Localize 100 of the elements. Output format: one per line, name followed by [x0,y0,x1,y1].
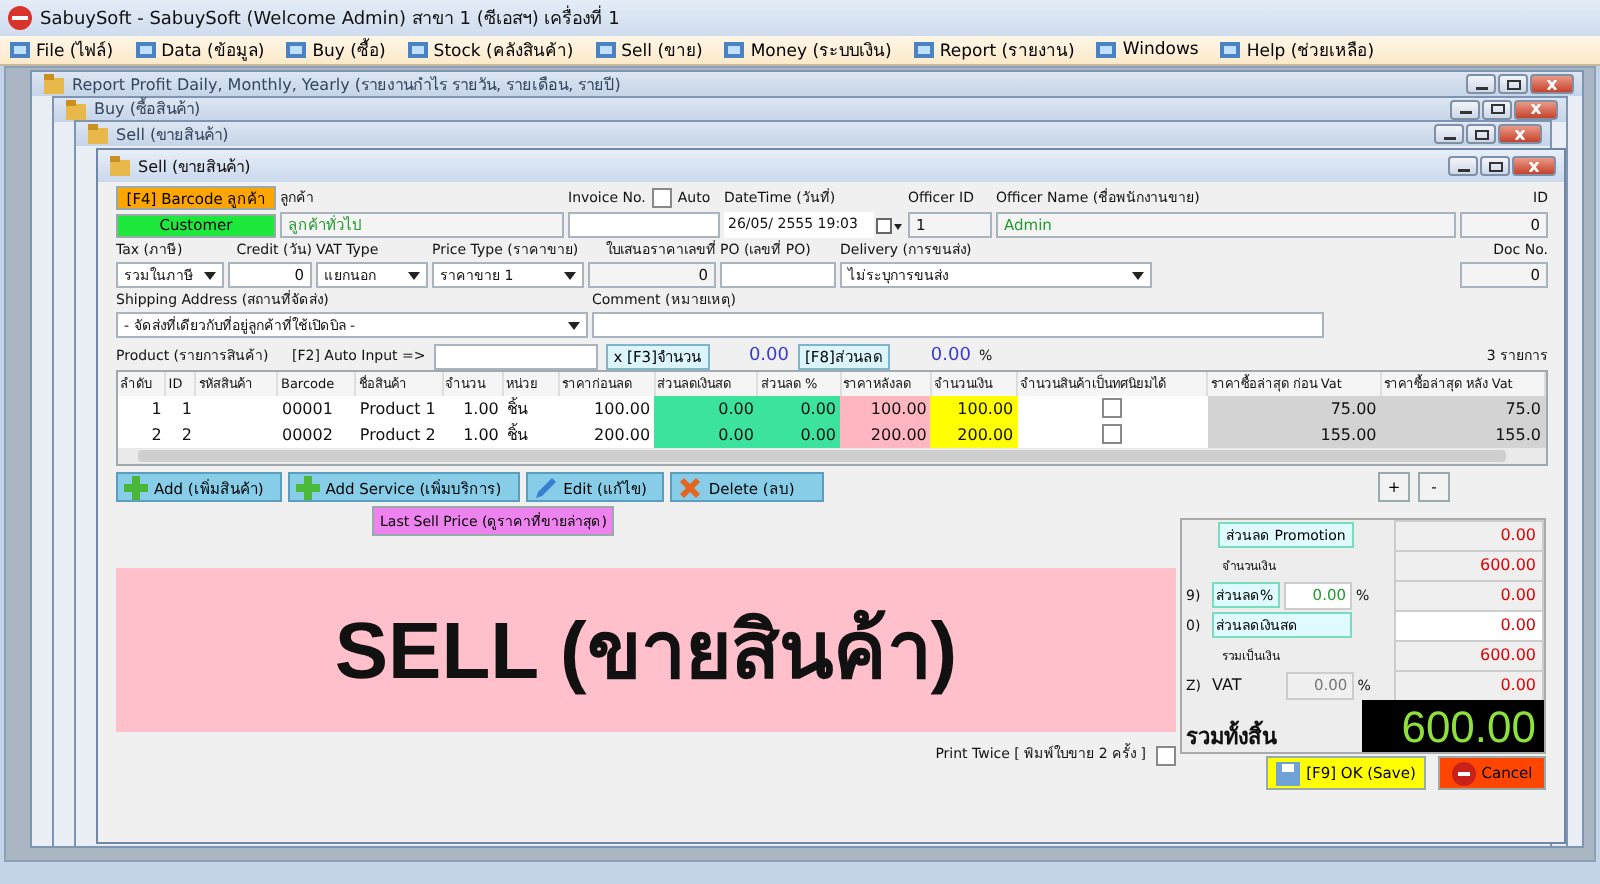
table-cell: ชิ้น [502,396,559,422]
table-cell-text: 1.00 [461,424,501,448]
plus-icon [124,475,148,499]
close-button[interactable] [1514,99,1558,119]
maximize-button[interactable] [1498,74,1528,94]
table-cell: 100.00 [840,396,931,422]
square-icon [407,40,428,60]
minimize-button[interactable] [1434,124,1464,144]
table-cell: 200.00 [840,422,931,448]
close-button[interactable] [1530,74,1574,94]
menu-item[interactable]: File (ไฟล์) [4,36,126,64]
table-cell-text: Product 2 [357,424,438,448]
folder-icon [110,156,130,176]
table-cell-text: ชิ้น [504,422,530,448]
folder-icon [66,99,86,119]
maximize-button[interactable] [1466,124,1496,144]
discount-value: 0.00 [928,346,971,366]
table-cell: 0.00 [654,422,758,448]
table-cell: 1 [118,396,166,422]
table-cell: 0.00 [757,422,841,448]
close-icon [1544,79,1560,89]
minimize-button[interactable] [1450,99,1480,119]
close-button[interactable] [1512,156,1556,176]
window-title: Sell (ขายสินค้า) [138,155,251,179]
caret-icon [204,271,216,279]
caret-icon [568,321,580,329]
folder-icon [44,74,64,94]
checkbox[interactable] [651,188,672,208]
calendar-icon[interactable] [876,217,904,233]
window-title: Buy (ซื้อสินค้า) [94,96,201,122]
menu-item[interactable]: Windows [1090,40,1211,60]
close-button[interactable] [1498,124,1542,144]
square-icon [10,40,30,60]
menu-item[interactable]: Sell (ขาย) [589,36,715,64]
invoice-field[interactable] [568,212,720,238]
caret-icon [1132,271,1144,279]
table-cell-text: 2 [179,424,194,448]
grand-total-label: รวมทั้งสิ้น [1186,718,1278,754]
table-cell: 1 [165,396,196,422]
caret-icon [408,271,420,279]
field-label: VAT [1212,676,1242,694]
horizontal-scrollbar[interactable] [118,448,1546,464]
table-cell: 200.00 [930,422,1018,448]
grand-total-display: 600.00 [1362,700,1544,752]
amount-field[interactable]: 0.00 [1394,609,1544,641]
maximize-button[interactable] [1480,156,1510,176]
menu-item[interactable]: Buy (ซื้อ) [280,36,398,64]
menu-item[interactable]: Data (ข้อมูล) [129,36,277,64]
table-cell: 155.00 [1207,422,1381,448]
maximize-icon [1487,161,1503,171]
close-icon [1528,104,1544,114]
table-cell: 00001 [277,396,356,422]
table-cell: 1.00 [442,396,503,422]
table-cell: 100.00 [930,396,1018,422]
table-cell: 100.00 [558,396,655,422]
quantity-value: 0.00 [746,346,789,366]
amount-field: 600.00 [1394,639,1544,671]
square-icon [135,40,156,60]
amount-field: 600.00 [1394,549,1544,581]
table-cell: 200.00 [558,422,655,448]
menu-item[interactable]: Money (ระบบเงิน) [718,36,904,64]
checkbox[interactable] [1102,423,1123,443]
table-cell: 155.0 [1380,422,1545,448]
banner: SELL (ขายสินค้า) [116,568,1176,732]
table-cell: 75.0 [1380,396,1545,422]
caret-icon [564,271,576,279]
square-icon [1096,40,1117,60]
checkbox[interactable] [1156,745,1176,765]
table-cell: 75.00 [1207,396,1381,422]
minimize-button[interactable] [1466,74,1496,94]
amount-field: 0.00 [1394,519,1544,551]
amount-field: 0.00 [1394,669,1544,701]
table-cell-text: 00002 [279,424,335,448]
window-title: Report Profit Daily, Monthly, Yearly (รายงานกำไร รายวัน, รายเดือน, รายปี) [72,73,621,97]
menu-item[interactable]: Help (ช่วยเหลือ) [1214,36,1387,64]
square-icon [913,40,934,60]
window-title: Sell (ขายสินค้า) [116,123,229,147]
table-cell: 0.00 [654,396,758,422]
square-icon [595,40,616,60]
menu-item[interactable]: Report (รายงาน) [907,36,1087,64]
close-icon [1512,129,1528,139]
table-cell: 0.00 [757,396,841,422]
table-cell-text: 2 [149,424,164,448]
folder-icon [88,124,108,144]
stop-icon [1451,761,1476,785]
app-logo-icon [8,6,32,30]
window-title: SabuySoft - SabuySoft (Welcome Admin) สาขา 1 (ซีเอสฯ) เครื่องที่ 1 [40,4,620,32]
maximize-button[interactable] [1482,99,1512,119]
plus-icon [295,475,320,499]
minimize-button[interactable] [1448,156,1478,176]
floppy-icon [1276,761,1301,785]
square-icon [1220,40,1241,60]
checkbox[interactable] [1102,397,1123,417]
square-icon [724,40,745,60]
menu-item[interactable]: Stock (คลังสินค้า) [401,36,586,64]
comment-field[interactable] [592,312,1324,338]
po-field[interactable] [720,262,836,288]
table-cell: Product 1 [355,396,443,422]
square-icon [286,40,307,60]
auto-input-field[interactable] [433,343,598,369]
